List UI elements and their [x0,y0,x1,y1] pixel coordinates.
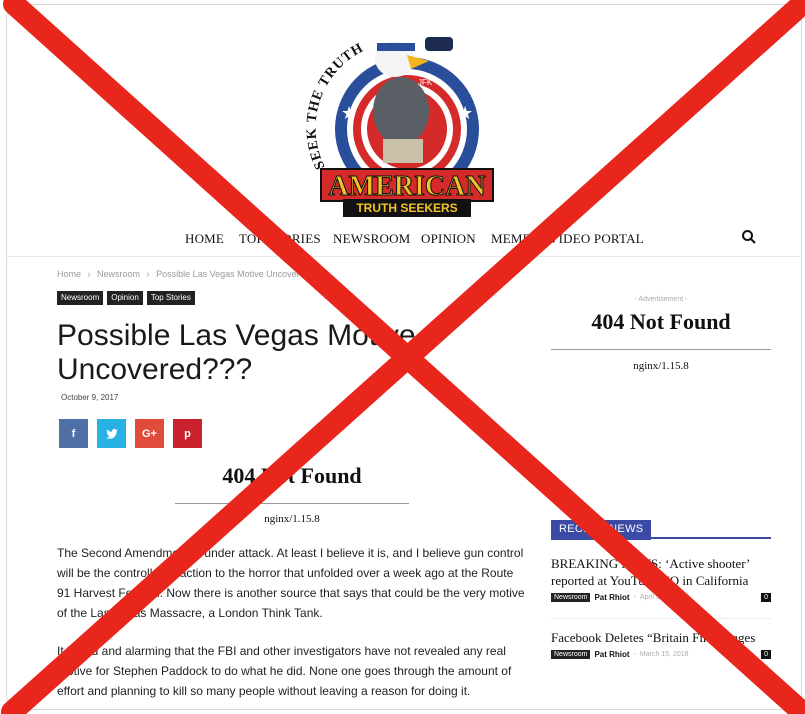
site-logo[interactable]: ★ ★ SEEK THE TRUTH JFK AMERICAN TRUTH SE… [297,7,517,223]
nav-home[interactable]: HOME [185,231,224,247]
recent-news-category[interactable]: Newsroom [551,593,591,602]
recent-news-category[interactable]: Newsroom [551,650,591,659]
sidebar-ad-error: 404 Not Found nginx/1.15.8 [551,309,771,372]
recent-news-meta: Newsroom Pat Rhiot - March 15, 2018 [551,650,767,659]
divider [551,349,771,350]
recent-news-title[interactable]: BREAKING NEWS: ‘Active shooter’ reported… [551,555,767,589]
tag-opinion[interactable]: Opinion [107,291,143,305]
tag-top-stories[interactable]: Top Stories [146,291,195,305]
main-nav: HOME TOP STORIES NEWSROOM OPINION MEMES … [7,225,801,253]
twitter-share-button[interactable] [97,419,126,448]
share-buttons: f G+ p [59,419,202,448]
ad-error-heading: 404 Not Found [591,309,731,334]
facebook-share-button[interactable]: f [59,419,88,448]
twitter-icon [105,428,118,439]
comment-count-badge[interactable]: 0 [761,650,771,659]
svg-text:★: ★ [457,103,473,124]
advertisement-label: - Advertisement - [634,296,688,303]
breadcrumb-current: Possible Las Vegas Motive Uncovered??? [156,269,325,279]
divider [175,503,409,504]
comment-count-badge[interactable]: 0 [761,593,771,602]
article-body: The Second Amendment is under attack. At… [57,543,527,709]
recent-news-item[interactable]: Facebook Deletes “Britain First” Pages N… [551,629,771,659]
nav-video-portal[interactable]: VIDEO PORTAL [549,231,644,247]
site-header: ★ ★ SEEK THE TRUTH JFK AMERICAN TRUTH SE… [7,5,801,257]
recent-news-item[interactable]: BREAKING NEWS: ‘Active shooter’ reported… [551,555,771,602]
google-plus-icon: G+ [142,427,157,440]
recent-news-author[interactable]: Pat Rhiot [594,593,629,602]
embed-error-server: nginx/1.15.8 [264,513,320,525]
article-paragraph: The Second Amendment is under attack. At… [57,546,525,620]
category-tags: Newsroom Opinion Top Stories [57,291,195,305]
breadcrumb-separator: › [87,269,91,279]
recent-news-date: March 15, 2018 [639,651,689,658]
facebook-icon: f [71,427,76,440]
nav-top-stories[interactable]: TOP STORIES [239,231,321,247]
svg-text:★: ★ [341,103,357,124]
page-frame: ★ ★ SEEK THE TRUTH JFK AMERICAN TRUTH SE… [6,4,802,710]
recent-news-title[interactable]: Facebook Deletes “Britain First” Pages [551,629,767,646]
breadcrumb-newsroom[interactable]: Newsroom [97,269,140,279]
logo-brand-line2: TRUTH SEEKERS [356,201,457,215]
nav-opinion[interactable]: OPINION [421,231,476,247]
google-plus-share-button[interactable]: G+ [135,419,164,448]
article-date: October 9, 2017 [61,393,119,402]
breadcrumb: Home › Newsroom › Possible Las Vegas Mot… [57,269,329,279]
article-title: Possible Las Vegas Motive Uncovered??? [57,319,416,386]
breadcrumb-home[interactable]: Home [57,269,81,279]
eagle-icon [373,77,429,145]
search-icon[interactable] [741,229,757,245]
nav-newsroom[interactable]: NEWSROOM [333,231,410,247]
breadcrumb-separator: › [146,269,150,279]
pinterest-icon: p [184,427,191,440]
logo-cap-text: JFK [418,78,433,87]
embed-error-block: 404 Not Found nginx/1.15.8 [175,463,409,525]
tag-newsroom[interactable]: Newsroom [57,291,104,305]
recent-news-author[interactable]: Pat Rhiot [594,650,629,659]
logo-brand-line1: AMERICAN [328,171,485,202]
recent-news-widget: RECENT NEWS BREAKING NEWS: ‘Active shoot… [551,519,771,659]
embed-error-heading: 404 Not Found [222,463,362,488]
recent-news-heading: RECENT NEWS [551,520,652,540]
recent-news-date: April 3, 2018 [639,594,680,601]
ad-error-server: nginx/1.15.8 [633,360,689,372]
divider [551,618,771,619]
article-paragraph: It is sad and alarming that the FBI and … [57,644,512,698]
binoculars-icon [425,37,453,51]
pinterest-share-button[interactable]: p [173,419,202,448]
recent-news-meta: Newsroom Pat Rhiot - April 3, 2018 [551,593,767,602]
nav-memes[interactable]: MEMES [491,231,538,247]
